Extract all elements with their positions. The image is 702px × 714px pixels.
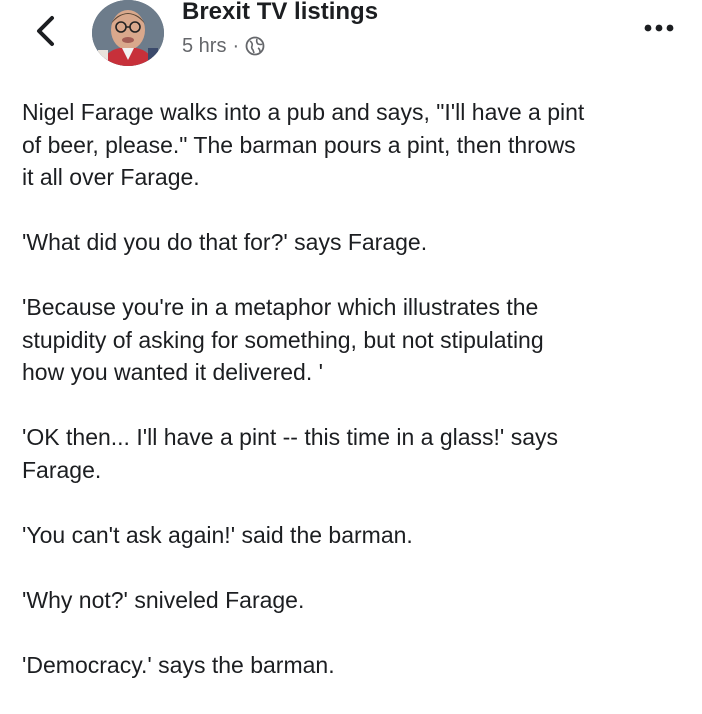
post-paragraph: 'Because you're in a metaphor which illu… (22, 294, 544, 385)
post-header: Brexit TV listings 5 hrs · (0, 0, 702, 80)
back-button[interactable] (30, 14, 60, 48)
avatar[interactable] (92, 0, 164, 66)
post-paragraph: 'OK then... I'll have a pint -- this tim… (22, 424, 559, 483)
post-paragraph: Nigel Farage walks into a pub and says, … (22, 99, 585, 190)
meta-separator: · (232, 34, 240, 57)
post-time[interactable]: 5 hrs (182, 35, 226, 58)
globe-icon (245, 36, 265, 56)
author-name[interactable]: Brexit TV listings (182, 0, 378, 26)
post-paragraph: 'Why not?' sniveled Farage. (22, 586, 305, 613)
more-dots-icon (644, 24, 674, 32)
post-body: Nigel Farage walks into a pub and says, … (22, 96, 690, 714)
post-paragraph: 'What did you do that for?' says Farage. (22, 229, 428, 255)
post-paragraph: 'You can't ask again!' said the barman. (22, 521, 413, 548)
chevron-left-icon (37, 16, 54, 46)
post-meta: 5 hrs · (182, 33, 265, 59)
more-options-button[interactable] (642, 16, 676, 40)
post-paragraph: 'Democracy.' says the barman. (22, 651, 335, 678)
